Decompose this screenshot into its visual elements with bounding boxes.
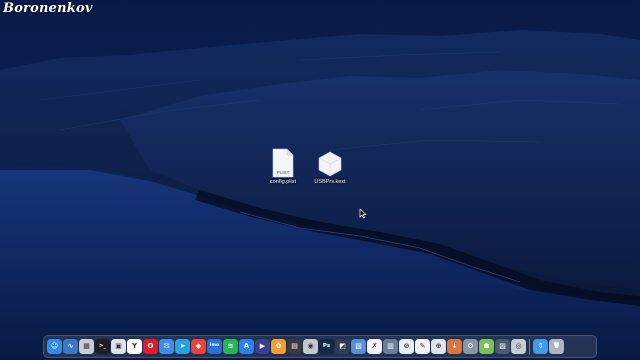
opera-browser-icon[interactable]: O	[143, 339, 158, 354]
photo-browser-icon[interactable]: ✿	[271, 339, 286, 354]
safari-icon[interactable]: ⊘	[399, 339, 414, 354]
finder-icon[interactable]: ☺	[47, 339, 62, 354]
mail-icon[interactable]: ✉	[159, 339, 174, 354]
plist-file-icon: PLIST	[272, 148, 294, 178]
dock-apps: ☺ ∿ ▦ >_ ▣ Y O ✉ ➤ ◆ imo ≋ A ▶ ✿ ▤ ◉ Ps ◩ ▧ ✗ ▥ ⊘ ✎ ⊕ ↓ ⚙ ☗ ▨ ◎	[47, 339, 526, 354]
video-editor-icon[interactable]: ▤	[287, 339, 302, 354]
mouse-pointer-icon	[359, 208, 367, 219]
activity-monitor-icon[interactable]: ∿	[63, 339, 78, 354]
plist-badge: PLIST	[277, 170, 290, 175]
notes-icon[interactable]: ▥	[383, 339, 398, 354]
desktop-icon-config-plist[interactable]: PLIST config.plist	[261, 148, 305, 185]
anydesk-icon[interactable]: ◆	[191, 339, 206, 354]
dock-separator	[529, 338, 530, 355]
compass-icon[interactable]: ⊕	[431, 339, 446, 354]
screen-capture-icon[interactable]: ◩	[335, 339, 350, 354]
downloads-folder-icon[interactable]: ⇩	[533, 339, 548, 354]
media-player-icon[interactable]: ▶	[255, 339, 270, 354]
preview-icon[interactable]: ▧	[351, 339, 366, 354]
textedit-icon[interactable]: ✎	[415, 339, 430, 354]
trash-icon[interactable]: 🗑	[549, 339, 564, 354]
disk-utility-icon[interactable]: ◉	[303, 339, 318, 354]
yandex-browser-icon[interactable]: Y	[127, 339, 142, 354]
download-manager-icon[interactable]: ↓	[447, 339, 462, 354]
system-info-icon[interactable]: ▣	[111, 339, 126, 354]
desktop-icon-usbprs-kext[interactable]: USBPrs.kext	[308, 150, 352, 185]
dock: ☺ ∿ ▦ >_ ▣ Y O ✉ ➤ ◆ imo ≋ A ▶ ✿ ▤ ◉ Ps ◩ ▧ ✗ ▥ ⊘ ✎ ⊕ ↓ ⚙ ☗ ▨ ◎ ⇩ 🗑	[43, 335, 597, 358]
spotify-icon[interactable]: ≋	[223, 339, 238, 354]
app-store-icon[interactable]: A	[239, 339, 254, 354]
text-editor-icon[interactable]: ✗	[367, 339, 382, 354]
photoshop-icon[interactable]: Ps	[319, 339, 334, 354]
desktop[interactable]: Boronenkov PLIST config.plist USBPrs.kex…	[0, 0, 640, 360]
kext-bundle-icon	[318, 151, 342, 177]
channel-watermark: Boronenkov	[3, 1, 93, 16]
image-capture-icon[interactable]: ▨	[495, 339, 510, 354]
imo-messenger-icon[interactable]: imo	[207, 339, 222, 354]
terminal-icon[interactable]: >_	[95, 339, 110, 354]
system-preferences-icon[interactable]: ⚙	[463, 339, 478, 354]
telegram-icon[interactable]: ➤	[175, 339, 190, 354]
desktop-icon-label: config.plist	[270, 179, 296, 185]
network-utility-icon[interactable]: ◎	[511, 339, 526, 354]
android-file-transfer-icon[interactable]: ☗	[479, 339, 494, 354]
desktop-icon-label: USBPrs.kext	[314, 179, 346, 185]
launchpad-icon[interactable]: ▦	[79, 339, 94, 354]
